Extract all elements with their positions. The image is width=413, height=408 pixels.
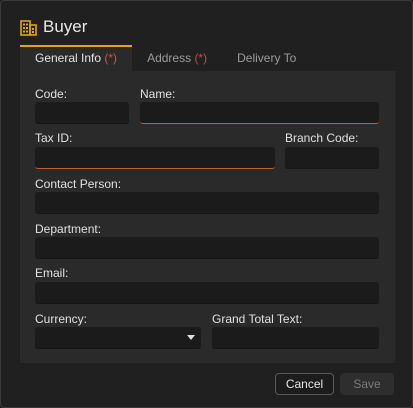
required-mark: (*) bbox=[104, 51, 118, 65]
contact-person-field[interactable] bbox=[35, 192, 379, 214]
tab-bar: General Info (*) Address (*) Delivery To bbox=[20, 45, 311, 71]
tab-label: General Info bbox=[35, 51, 102, 65]
code-field[interactable] bbox=[35, 102, 129, 124]
required-mark: (*) bbox=[194, 51, 208, 65]
tab-label: Address bbox=[147, 51, 192, 65]
currency-label: Currency: bbox=[35, 312, 88, 326]
email-field[interactable] bbox=[35, 282, 379, 304]
email-input[interactable] bbox=[35, 282, 379, 303]
tab-general-info[interactable]: General Info (*) bbox=[20, 45, 133, 71]
chevron-down-icon[interactable] bbox=[187, 335, 195, 340]
dialog-header: Buyer bbox=[20, 15, 87, 39]
general-info-panel: Code: Name: Tax ID: Branch Code: Contact… bbox=[20, 71, 395, 363]
tab-label: Delivery To bbox=[237, 51, 297, 65]
tax-id-label: Tax ID: bbox=[35, 131, 73, 145]
tab-delivery-to[interactable]: Delivery To bbox=[222, 45, 311, 71]
tax-id-field[interactable] bbox=[35, 147, 275, 169]
grand-total-text-input[interactable] bbox=[212, 327, 379, 348]
department-field[interactable] bbox=[35, 237, 379, 259]
email-label: Email: bbox=[35, 266, 69, 280]
dialog-title: Buyer bbox=[43, 17, 88, 36]
name-input[interactable] bbox=[140, 102, 379, 123]
currency-value[interactable] bbox=[35, 327, 201, 348]
code-label: Code: bbox=[35, 87, 68, 101]
contact-person-label: Contact Person: bbox=[35, 177, 122, 191]
contact-person-input[interactable] bbox=[35, 192, 379, 213]
department-input[interactable] bbox=[35, 237, 379, 258]
grand-total-text-label: Grand Total Text: bbox=[212, 312, 303, 326]
name-field[interactable] bbox=[140, 102, 379, 124]
cancel-button[interactable]: Cancel bbox=[275, 373, 334, 395]
save-button[interactable]: Save bbox=[340, 373, 394, 395]
grand-total-text-field[interactable] bbox=[212, 327, 379, 349]
code-input[interactable] bbox=[35, 102, 129, 123]
tax-id-input[interactable] bbox=[35, 147, 275, 168]
branch-code-input[interactable] bbox=[285, 147, 379, 168]
branch-code-label: Branch Code: bbox=[285, 131, 359, 145]
department-label: Department: bbox=[35, 222, 102, 236]
buyer-dialog: Buyer General Info (*) Address (*) Deliv… bbox=[0, 0, 413, 408]
branch-code-field[interactable] bbox=[285, 147, 379, 169]
building-icon bbox=[20, 19, 37, 36]
name-label: Name: bbox=[140, 87, 176, 101]
currency-select[interactable] bbox=[35, 327, 201, 349]
tab-address[interactable]: Address (*) bbox=[132, 45, 222, 71]
